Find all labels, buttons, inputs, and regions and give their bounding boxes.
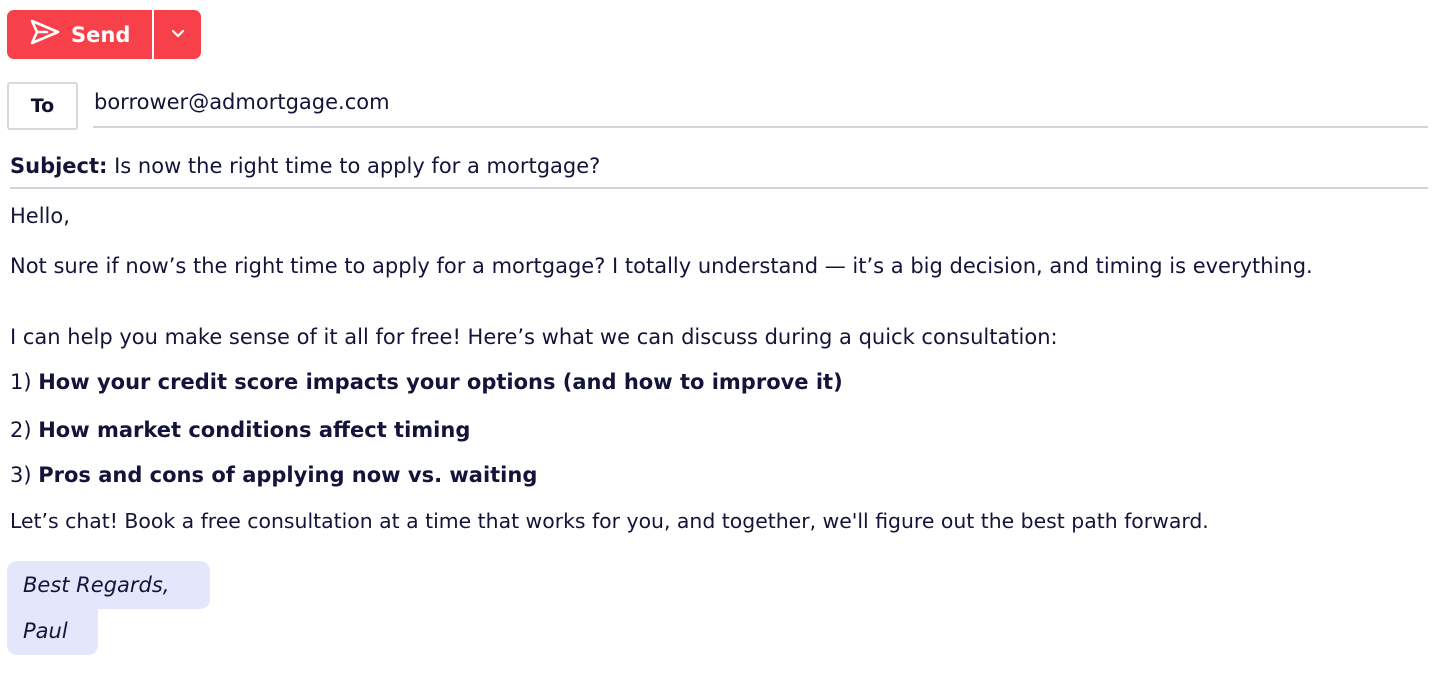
subject-label: Subject: — [10, 154, 108, 178]
signature-regards: Best Regards, — [23, 573, 170, 597]
signature-line-2: Paul — [7, 606, 98, 655]
subject-value: Is now the right time to apply for a mor… — [107, 154, 601, 178]
list-item: 2) How market conditions affect timing — [10, 417, 470, 444]
to-label: To — [30, 95, 55, 117]
list-item-text: How market conditions affect timing — [38, 418, 471, 442]
list-item: 1) How your credit score impacts your op… — [10, 369, 843, 396]
body-paragraph-2: I can help you make sense of it all for … — [10, 325, 1058, 349]
body-paragraph-1: Not sure if now’s the right time to appl… — [10, 254, 1313, 278]
list-item-number: 3) — [10, 463, 39, 487]
email-composer: Send To Subject: Is now the right time t… — [0, 0, 1432, 679]
to-input[interactable] — [93, 82, 1428, 128]
list-item-number: 2) — [10, 418, 39, 442]
send-options-dropdown[interactable] — [154, 10, 201, 59]
subject-field[interactable]: Subject: Is now the right time to apply … — [10, 148, 1428, 189]
chevron-down-icon — [170, 25, 186, 45]
send-button-label: Send — [71, 22, 131, 47]
body-greeting: Hello, — [10, 204, 70, 228]
send-button[interactable]: Send — [7, 10, 152, 59]
list-item: 3) Pros and cons of applying now vs. wai… — [10, 462, 537, 489]
send-icon — [29, 18, 61, 51]
send-button-group: Send — [7, 10, 201, 59]
signature-line-1: Best Regards, — [7, 561, 210, 609]
to-button[interactable]: To — [7, 82, 78, 130]
list-item-text: How your credit score impacts your optio… — [38, 370, 843, 394]
list-item-text: Pros and cons of applying now vs. waitin… — [38, 463, 538, 487]
body-closing: Let’s chat! Book a free consultation at … — [10, 509, 1209, 533]
list-item-number: 1) — [10, 370, 39, 394]
signature-name: Paul — [23, 618, 68, 643]
